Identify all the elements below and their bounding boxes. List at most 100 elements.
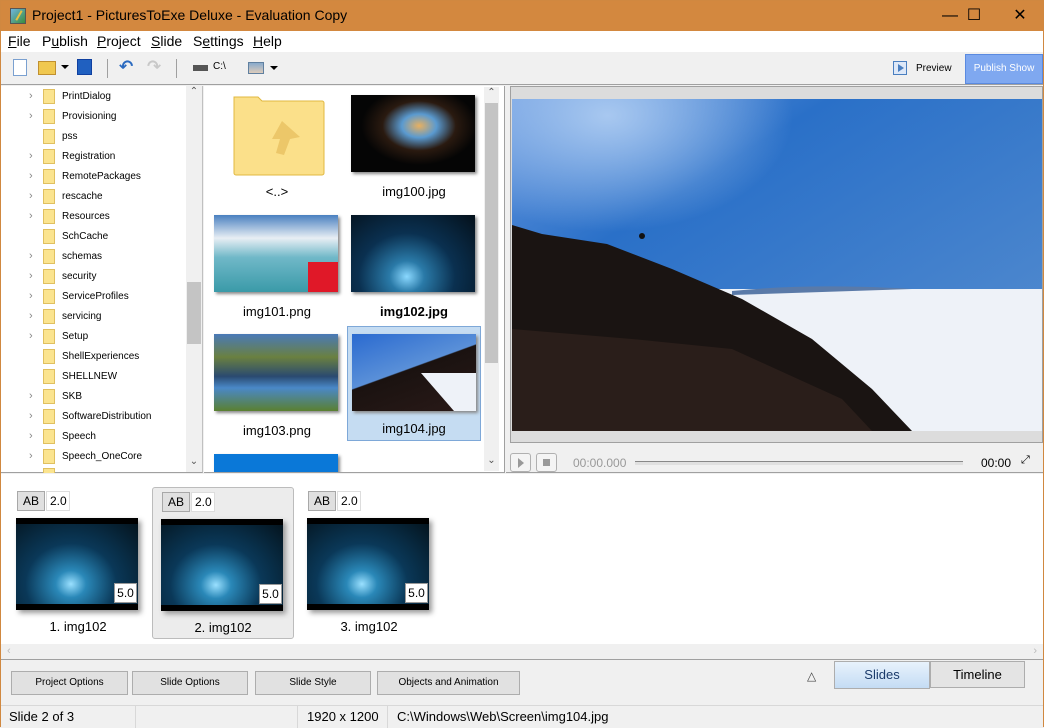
file-item-parent[interactable]: <..> [210,90,344,205]
drive-icon[interactable] [193,65,208,71]
menu-settings[interactable]: Settings [193,33,244,49]
tree-item[interactable]: › ServiceProfiles [1,287,186,307]
folder-tree-scrollbar[interactable]: ⌃ ⌄ [186,86,202,472]
undo-icon[interactable]: ↶ [119,57,133,76]
view-mode-icon[interactable] [248,62,264,74]
expand-chevron-icon[interactable]: › [29,250,33,262]
tree-item[interactable]: ShellExperiences [1,347,186,367]
tree-item[interactable]: › SoftwareDistribution [1,407,186,427]
slide-item[interactable]: AB 2.0 5.0 3. img102 [298,487,440,639]
file-item[interactable]: img100.jpg [347,90,481,205]
menu-publish[interactable]: Publish [42,33,88,49]
folder-icon [43,89,55,104]
open-folder-icon[interactable] [38,61,56,75]
file-item-selected[interactable]: img104.jpg [347,326,481,441]
tree-item[interactable]: › PrintDialog [1,87,186,107]
tree-item[interactable]: SHELLNEW [1,367,186,387]
expand-chevron-icon[interactable]: › [29,410,33,422]
close-button[interactable]: ✕ [997,1,1043,31]
tree-item[interactable]: › SKB [1,387,186,407]
new-file-icon[interactable] [13,59,27,76]
tree-item[interactable]: SchCache [1,227,186,247]
menu-file[interactable]: File [8,33,31,49]
file-item[interactable]: img102.jpg [347,210,481,325]
project-options-button[interactable]: Project Options [11,671,128,695]
publish-show-button[interactable]: Publish Show [965,54,1043,84]
slides-scrollbar[interactable]: ‹ › [1,644,1043,660]
tree-item[interactable]: › Speech [1,427,186,447]
scroll-down-icon[interactable]: ⌄ [484,455,499,471]
tree-item[interactable]: › Provisioning [1,107,186,127]
slide-duration[interactable]: 5.0 [259,584,282,604]
timeline-slider[interactable] [635,461,963,465]
slide-item[interactable]: AB 2.0 5.0 1. img102 [7,487,149,639]
file-browser-scrollbar[interactable]: ⌃ ⌄ [484,87,499,471]
slide-duration[interactable]: 5.0 [405,583,428,603]
scroll-up-icon[interactable]: ⌃ [484,87,499,103]
file-item[interactable]: img103.png [210,329,344,444]
preview-button[interactable]: Preview [889,58,954,80]
tree-item[interactable]: › Speech_OneCore [1,447,186,467]
tab-timeline[interactable]: Timeline [930,661,1025,688]
tree-item[interactable]: › rescache [1,187,186,207]
expand-chevron-icon[interactable]: › [29,310,33,322]
objects-animation-button[interactable]: Objects and Animation [377,671,520,695]
slide-style-button[interactable]: Slide Style [255,671,371,695]
tree-item[interactable]: › Resources [1,207,186,227]
expand-chevron-icon[interactable]: › [29,390,33,402]
tab-slides[interactable]: Slides [834,661,930,689]
slide-duration[interactable]: 5.0 [114,583,137,603]
slide-thumbnail[interactable]: 5.0 [161,519,283,611]
stop-button[interactable] [536,453,557,472]
file-item[interactable] [210,449,344,472]
transition-duration[interactable]: 2.0 [337,491,361,511]
open-dropdown-icon[interactable] [61,65,69,69]
transition-duration[interactable]: 2.0 [191,492,215,512]
tree-item-label: Speech [62,431,96,442]
scroll-up-icon[interactable]: ⌃ [186,86,202,102]
view-dropdown-icon[interactable] [270,66,278,70]
menu-project[interactable]: Project [97,33,141,49]
transition-effect-button[interactable]: AB [17,491,45,511]
scroll-left-icon[interactable]: ‹ [7,645,11,657]
expand-chevron-icon[interactable]: › [29,430,33,442]
tree-item[interactable]: › Registration [1,147,186,167]
play-button[interactable] [510,453,531,472]
slide-options-button[interactable]: Slide Options [132,671,248,695]
redo-icon[interactable]: ↷ [147,57,161,76]
tree-item[interactable]: › RemotePackages [1,167,186,187]
expand-chevron-icon[interactable]: › [29,110,33,122]
slide-item-selected[interactable]: AB 2.0 5.0 2. img102 [152,487,294,639]
fullscreen-icon[interactable]: ⤢ [1021,454,1030,467]
expand-chevron-icon[interactable]: › [29,450,33,462]
scrollbar-thumb[interactable] [187,282,201,344]
scrollbar-thumb[interactable] [485,103,498,363]
expand-chevron-icon[interactable]: › [29,90,33,102]
expand-chevron-icon[interactable]: › [29,170,33,182]
transition-effect-button[interactable]: AB [308,491,336,511]
save-icon[interactable] [77,59,92,75]
tree-item[interactable]: › schemas [1,247,186,267]
expand-chevron-icon[interactable]: › [29,330,33,342]
expand-chevron-icon[interactable]: › [29,150,33,162]
slide-thumbnail[interactable]: 5.0 [16,518,138,610]
tree-item[interactable]: › servicing [1,307,186,327]
tree-item[interactable]: pss [1,127,186,147]
drive-label[interactable]: C:\ [213,61,226,79]
menu-help[interactable]: Help [253,33,282,49]
maximize-button[interactable]: ☐ [951,1,997,31]
menu-slide[interactable]: Slide [151,33,182,49]
expand-chevron-icon[interactable]: › [29,190,33,202]
tree-item[interactable]: › security [1,267,186,287]
slide-thumbnail[interactable]: 5.0 [307,518,429,610]
expand-chevron-icon[interactable]: › [29,210,33,222]
transition-duration[interactable]: 2.0 [46,491,70,511]
file-item[interactable]: img101.png [210,210,344,325]
expand-chevron-icon[interactable]: › [29,290,33,302]
expand-chevron-icon[interactable]: › [29,270,33,282]
scroll-down-icon[interactable]: ⌄ [186,456,202,472]
collapse-icon[interactable]: △ [807,669,816,683]
scroll-right-icon[interactable]: › [1033,645,1037,657]
tree-item[interactable]: › Setup [1,327,186,347]
transition-effect-button[interactable]: AB [162,492,190,512]
